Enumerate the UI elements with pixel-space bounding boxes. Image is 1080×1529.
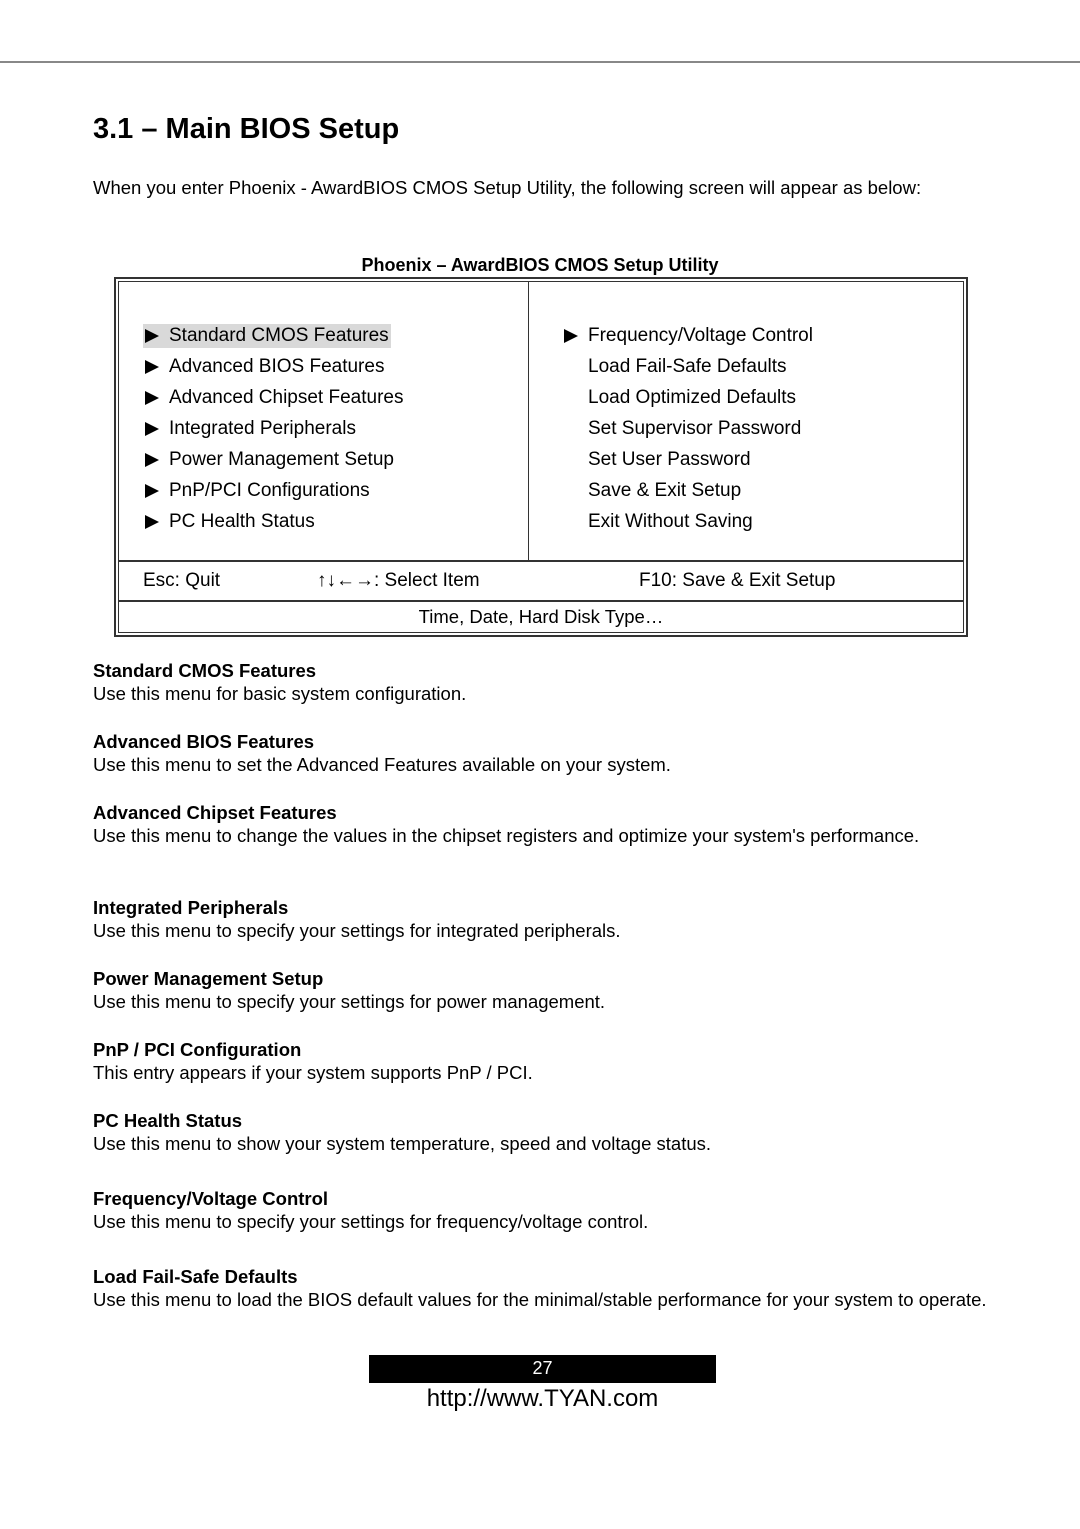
section-heading: PnP / PCI Configuration bbox=[93, 1039, 302, 1060]
section-heading: Power Management Setup bbox=[93, 968, 324, 989]
section-body: This entry appears if your system suppor… bbox=[93, 1062, 533, 1083]
section-body: Use this menu to show your system temper… bbox=[93, 1133, 712, 1154]
menu-item-label: PnP/PCI Configurations bbox=[169, 480, 370, 501]
menu-item-power-management[interactable]: Power Management Setup bbox=[143, 444, 405, 475]
section-heading: Standard CMOS Features bbox=[93, 660, 317, 681]
section-heading: PC Health Status bbox=[93, 1110, 243, 1131]
section-body: Use this menu to specify your settings f… bbox=[93, 1211, 649, 1232]
menu-item-label: Load Optimized Defaults bbox=[588, 387, 797, 408]
menu-item-set-user-password[interactable]: Set User Password bbox=[562, 444, 815, 475]
section-body: Use this menu to load the BIOS default v… bbox=[93, 1289, 987, 1310]
submenu-arrow-icon bbox=[145, 421, 159, 436]
submenu-arrow-icon bbox=[564, 328, 578, 343]
submenu-arrow-icon bbox=[145, 390, 159, 405]
section-heading: Frequency/Voltage Control bbox=[93, 1188, 329, 1209]
description-advanced-bios: Advanced BIOS Features Use this menu to … bbox=[93, 730, 993, 777]
key-hint-esc: Esc: Quit bbox=[143, 570, 221, 591]
header-rule bbox=[0, 61, 1080, 63]
key-hint-f10: F10: Save & Exit Setup bbox=[639, 570, 836, 591]
submenu-arrow-icon bbox=[145, 328, 159, 343]
section-heading: Advanced BIOS Features bbox=[93, 731, 315, 752]
menu-item-label: Advanced Chipset Features bbox=[169, 387, 404, 408]
menu-item-frequency-voltage[interactable]: Frequency/Voltage Control bbox=[562, 320, 815, 351]
description-power-management: Power Management Setup Use this menu to … bbox=[93, 967, 993, 1014]
left-menu: Standard CMOS Features Advanced BIOS Fea… bbox=[143, 320, 405, 537]
footer-url[interactable]: http://www.TYAN.com bbox=[369, 1384, 716, 1414]
section-body: Use this menu to set the Advanced Featur… bbox=[93, 754, 671, 775]
description-integrated-peripherals: Integrated Peripherals Use this menu to … bbox=[93, 896, 993, 943]
section-heading: Advanced Chipset Features bbox=[93, 802, 337, 823]
section-heading: Load Fail-Safe Defaults bbox=[93, 1266, 298, 1287]
menu-item-exit-without-saving[interactable]: Exit Without Saving bbox=[562, 506, 815, 537]
section-heading: Integrated Peripherals bbox=[93, 897, 289, 918]
section-body: Use this menu to specify your settings f… bbox=[93, 920, 621, 941]
bios-menu-area: Standard CMOS Features Advanced BIOS Fea… bbox=[119, 282, 963, 562]
submenu-arrow-icon bbox=[145, 514, 159, 529]
menu-item-standard-cmos[interactable]: Standard CMOS Features bbox=[143, 320, 405, 351]
description-advanced-chipset: Advanced Chipset Features Use this menu … bbox=[93, 801, 993, 848]
menu-item-label: Standard CMOS Features bbox=[169, 325, 389, 346]
submenu-arrow-icon bbox=[145, 483, 159, 498]
bios-screen: Standard CMOS Features Advanced BIOS Fea… bbox=[114, 277, 968, 637]
submenu-arrow-icon bbox=[145, 452, 159, 467]
menu-item-advanced-bios[interactable]: Advanced BIOS Features bbox=[143, 351, 405, 382]
menu-item-label: Load Fail-Safe Defaults bbox=[588, 356, 787, 377]
intro-paragraph: When you enter Phoenix - AwardBIOS CMOS … bbox=[93, 177, 922, 198]
key-legend: Esc: Quit ↑↓←→: Select Item F10: Save & … bbox=[119, 562, 963, 602]
menu-item-label: Frequency/Voltage Control bbox=[588, 325, 813, 346]
menu-item-load-optimized[interactable]: Load Optimized Defaults bbox=[562, 382, 815, 413]
description-standard-cmos: Standard CMOS Features Use this menu for… bbox=[93, 659, 993, 706]
page-title: 3.1 – Main BIOS Setup bbox=[93, 113, 400, 145]
bios-screen-title: Phoenix – AwardBIOS CMOS Setup Utility bbox=[361, 255, 719, 275]
description-frequency-voltage: Frequency/Voltage Control Use this menu … bbox=[93, 1187, 993, 1234]
menu-item-label: Exit Without Saving bbox=[588, 511, 753, 532]
menu-item-label: Integrated Peripherals bbox=[169, 418, 356, 439]
page-number: 27 bbox=[369, 1355, 716, 1383]
menu-item-label: PC Health Status bbox=[169, 511, 315, 532]
menu-item-integrated-peripherals[interactable]: Integrated Peripherals bbox=[143, 413, 405, 444]
menu-item-pc-health[interactable]: PC Health Status bbox=[143, 506, 405, 537]
section-body: Use this menu to change the values in th… bbox=[93, 825, 920, 846]
menu-item-load-fail-safe[interactable]: Load Fail-Safe Defaults bbox=[562, 351, 815, 382]
menu-item-save-exit[interactable]: Save & Exit Setup bbox=[562, 475, 815, 506]
menu-item-advanced-chipset[interactable]: Advanced Chipset Features bbox=[143, 382, 405, 413]
item-help-text: Time, Date, Hard Disk Type… bbox=[418, 606, 664, 627]
section-body: Use this menu for basic system configura… bbox=[93, 683, 467, 704]
menu-item-label: Advanced BIOS Features bbox=[169, 356, 385, 377]
menu-item-label: Save & Exit Setup bbox=[588, 480, 742, 501]
menu-item-label: Set Supervisor Password bbox=[588, 418, 802, 439]
menu-item-label: Set User Password bbox=[588, 449, 751, 470]
submenu-arrow-icon bbox=[145, 359, 159, 374]
column-divider bbox=[528, 282, 529, 560]
section-body: Use this menu to specify your settings f… bbox=[93, 991, 606, 1012]
right-menu: Frequency/Voltage Control Load Fail-Safe… bbox=[562, 320, 815, 537]
menu-item-pnp-pci[interactable]: PnP/PCI Configurations bbox=[143, 475, 405, 506]
description-pc-health: PC Health Status Use this menu to show y… bbox=[93, 1109, 993, 1156]
menu-item-set-supervisor-password[interactable]: Set Supervisor Password bbox=[562, 413, 815, 444]
description-load-fail-safe: Load Fail-Safe Defaults Use this menu to… bbox=[93, 1265, 993, 1312]
key-hint-arrows: ↑↓←→: Select Item bbox=[317, 570, 480, 591]
description-pnp-pci: PnP / PCI Configuration This entry appea… bbox=[93, 1038, 993, 1085]
menu-item-label: Power Management Setup bbox=[169, 449, 394, 470]
